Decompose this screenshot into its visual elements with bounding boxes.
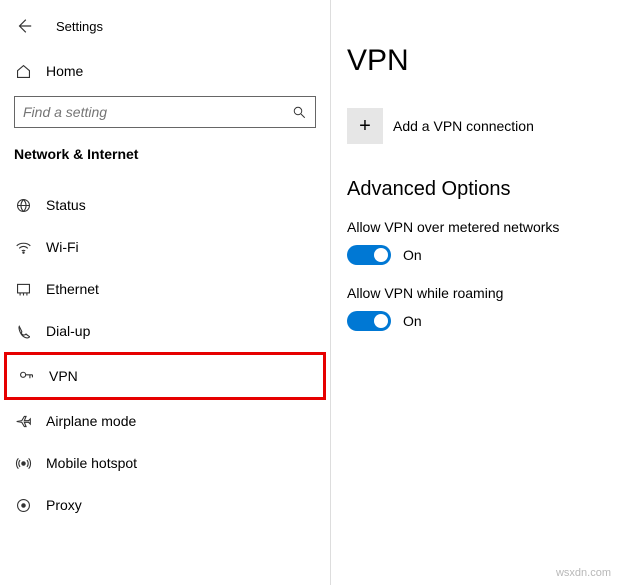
window-title: Settings [56,19,103,34]
nav-label: Mobile hotspot [46,455,137,471]
option-roaming-row: On [347,311,621,331]
vpn-icon [17,367,35,385]
search-icon [292,105,307,120]
proxy-icon [14,496,32,514]
hotspot-icon [14,454,32,472]
advanced-options-title: Advanced Options [347,178,621,201]
nav-label: Ethernet [46,281,99,297]
nav-item-vpn[interactable]: VPN [7,355,323,397]
nav-item-airplane[interactable]: Airplane mode [0,400,330,442]
toggle-roaming[interactable] [347,311,391,331]
nav-item-wifi[interactable]: Wi-Fi [0,226,330,268]
home-label: Home [46,63,83,79]
dialup-icon [14,322,32,340]
nav-label: VPN [49,368,78,384]
header-row: Settings [0,12,330,54]
plus-icon: + [347,108,383,144]
ethernet-icon [14,280,32,298]
toggle-metered[interactable] [347,245,391,265]
search-box[interactable] [14,96,316,128]
option-roaming-label: Allow VPN while roaming [347,285,621,301]
add-vpn-label: Add a VPN connection [393,118,534,134]
home-button[interactable]: Home [0,54,330,90]
nav-item-ethernet[interactable]: Ethernet [0,268,330,310]
category-header: Network & Internet [0,146,330,184]
watermark: wsxdn.com [556,567,611,579]
sidebar: Settings Home Network & Internet Status … [0,0,330,585]
status-icon [14,196,32,214]
highlight-vpn: VPN [4,352,326,400]
add-vpn-button[interactable]: + Add a VPN connection [347,108,621,144]
airplane-icon [14,412,32,430]
nav-label: Proxy [46,497,82,513]
home-icon [14,62,32,80]
nav-item-hotspot[interactable]: Mobile hotspot [0,442,330,484]
back-arrow-icon [15,17,33,35]
option-metered-label: Allow VPN over metered networks [347,219,621,235]
page-title: VPN [347,44,621,78]
back-button[interactable] [14,16,34,36]
nav-item-proxy[interactable]: Proxy [0,484,330,526]
option-metered-row: On [347,245,621,265]
nav-item-dialup[interactable]: Dial-up [0,310,330,352]
content-panel: VPN + Add a VPN connection Advanced Opti… [330,0,621,585]
search-input[interactable] [23,104,292,120]
nav-label: Airplane mode [46,413,136,429]
toggle-roaming-state: On [403,313,422,329]
nav-item-status[interactable]: Status [0,184,330,226]
toggle-metered-state: On [403,247,422,263]
nav-label: Dial-up [46,323,90,339]
wifi-icon [14,238,32,256]
nav-label: Status [46,197,86,213]
nav-label: Wi-Fi [46,239,79,255]
